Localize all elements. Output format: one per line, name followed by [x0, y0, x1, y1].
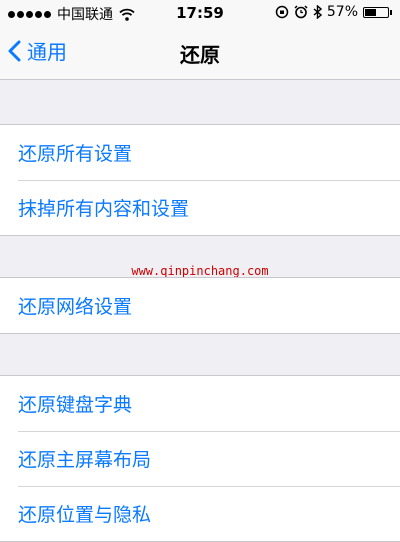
- navigation-bar: 通用 还原: [0, 26, 400, 80]
- status-right: 57%: [275, 4, 392, 20]
- reset-home-layout-button[interactable]: 还原主屏幕布局: [0, 431, 400, 486]
- battery-percent: 57%: [326, 4, 358, 20]
- reset-group-2: 还原网络设置: [0, 277, 400, 334]
- reset-all-settings-button[interactable]: 还原所有设置: [0, 125, 400, 180]
- status-bar: 中国联通 17:59 57%: [0, 0, 400, 26]
- alarm-icon: [294, 5, 308, 19]
- page-title: 还原: [180, 43, 220, 67]
- bluetooth-icon: [313, 5, 322, 19]
- reset-group-3: 还原键盘字典 还原主屏幕布局 还原位置与隐私: [0, 375, 400, 542]
- reset-network-settings-button[interactable]: 还原网络设置: [0, 278, 400, 333]
- reset-group-1: 还原所有设置 抹掉所有内容和设置: [0, 124, 400, 236]
- reset-keyboard-dictionary-button[interactable]: 还原键盘字典: [0, 376, 400, 431]
- watermark: www.qinpinchang.com: [131, 264, 269, 278]
- rotation-lock-icon: [275, 5, 289, 19]
- erase-all-content-button[interactable]: 抹掉所有内容和设置: [0, 180, 400, 235]
- reset-location-privacy-button[interactable]: 还原位置与隐私: [0, 486, 400, 541]
- battery-icon: [363, 6, 389, 18]
